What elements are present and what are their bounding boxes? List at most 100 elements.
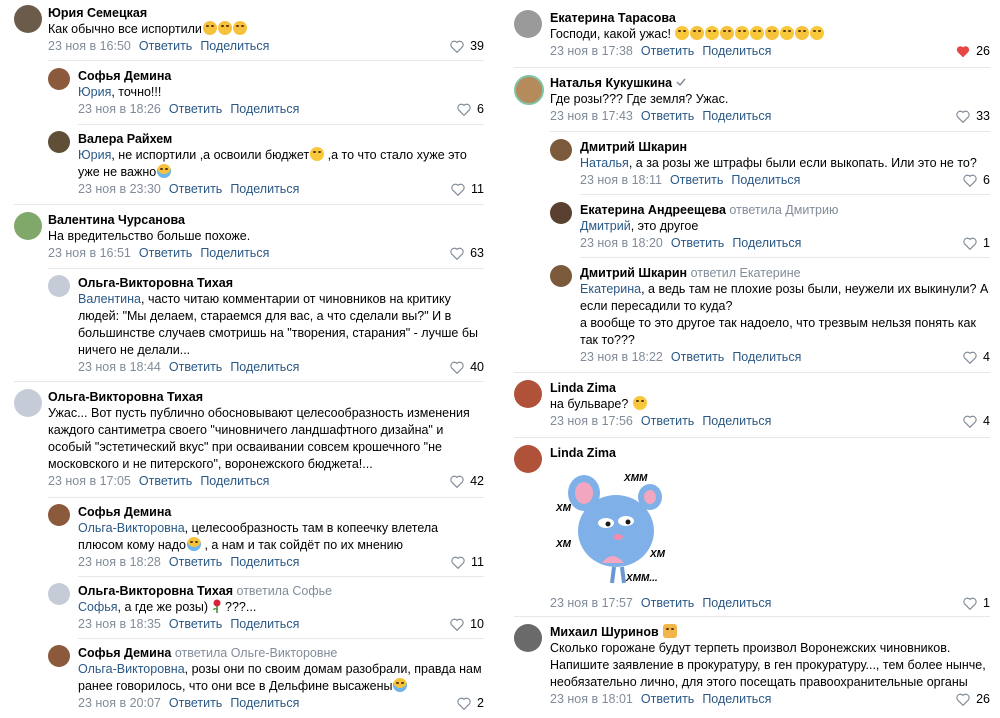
timestamp[interactable]: 23 ноя в 17:05 — [48, 474, 131, 488]
timestamp[interactable]: 23 ноя в 20:07 — [78, 696, 161, 710]
avatar[interactable] — [48, 275, 70, 297]
avatar[interactable] — [514, 10, 542, 38]
author-name[interactable]: Ольга-Викторовна Тихая — [78, 275, 484, 291]
author-name[interactable]: Софья Демина — [78, 68, 484, 84]
author-name[interactable]: Михаил Шуринов — [550, 624, 990, 640]
mention-link[interactable]: Юрия — [78, 85, 111, 99]
reply-link[interactable]: Ответить — [641, 44, 694, 58]
avatar[interactable] — [514, 445, 542, 473]
like-button[interactable]: 40 — [450, 359, 484, 375]
reply-link[interactable]: Ответить — [169, 617, 222, 631]
like-button[interactable]: 10 — [450, 616, 484, 632]
mention-link[interactable]: Ольга-Викторовна — [78, 521, 185, 535]
reply-link[interactable]: Ответить — [169, 360, 222, 374]
reply-link[interactable]: Ответить — [169, 555, 222, 569]
like-button[interactable]: 39 — [450, 38, 484, 54]
share-link[interactable]: Поделиться — [732, 236, 801, 250]
reply-link[interactable]: Ответить — [641, 692, 694, 706]
timestamp[interactable]: 23 ноя в 17:56 — [550, 414, 633, 428]
avatar[interactable] — [48, 583, 70, 605]
author-name[interactable]: Екатерина Андреещева ответила Дмитрию — [580, 202, 990, 218]
timestamp[interactable]: 23 ноя в 17:43 — [550, 109, 633, 123]
share-link[interactable]: Поделиться — [702, 414, 771, 428]
share-link[interactable]: Поделиться — [702, 692, 771, 706]
author-name[interactable]: Дмитрий Шкарин — [580, 139, 990, 155]
author-name[interactable]: Юрия Семецкая — [48, 5, 484, 21]
timestamp[interactable]: 23 ноя в 18:01 — [550, 692, 633, 706]
mention-link[interactable]: Юрия — [78, 148, 111, 162]
reply-note[interactable]: ответила Дмитрию — [729, 203, 838, 217]
like-button[interactable]: 33 — [956, 108, 990, 124]
avatar[interactable] — [14, 5, 42, 33]
avatar[interactable] — [550, 139, 572, 161]
mention-link[interactable]: Валентина — [78, 292, 141, 306]
like-button[interactable]: 4 — [963, 349, 990, 365]
author-name[interactable]: Валера Райхем — [78, 131, 484, 147]
author-name[interactable]: Ольга-Викторовна Тихая ответила Софье — [78, 583, 484, 599]
timestamp[interactable]: 23 ноя в 23:30 — [78, 182, 161, 196]
share-link[interactable]: Поделиться — [732, 350, 801, 364]
reply-link[interactable]: Ответить — [139, 246, 192, 260]
avatar[interactable] — [514, 380, 542, 408]
hmm-mouse-sticker[interactable]: ХМ ХММ ХМ ХМ ХММ... — [554, 467, 674, 585]
author-name[interactable]: Ольга-Викторовна Тихая — [48, 389, 484, 405]
reply-link[interactable]: Ответить — [169, 182, 222, 196]
like-button[interactable]: 6 — [457, 101, 484, 117]
timestamp[interactable]: 23 ноя в 18:20 — [580, 236, 663, 250]
like-button[interactable]: 11 — [451, 181, 484, 197]
share-link[interactable]: Поделиться — [702, 109, 771, 123]
author-name[interactable]: Софья Демина — [78, 504, 484, 520]
reply-link[interactable]: Ответить — [670, 173, 723, 187]
share-link[interactable]: Поделиться — [200, 474, 269, 488]
author-name[interactable]: Наталья Кукушкина — [550, 75, 990, 91]
timestamp[interactable]: 23 ноя в 18:11 — [580, 173, 662, 187]
share-link[interactable]: Поделиться — [230, 555, 299, 569]
timestamp[interactable]: 23 ноя в 18:26 — [78, 102, 161, 116]
author-name[interactable]: Дмитрий Шкарин ответил Екатерине — [580, 265, 990, 281]
avatar[interactable] — [14, 212, 42, 240]
like-button[interactable]: 26 — [956, 691, 990, 707]
mention-link[interactable]: Ольга-Викторовна — [78, 662, 185, 676]
mention-link[interactable]: Наталья — [580, 156, 629, 170]
author-name[interactable]: Валентина Чурсанова — [48, 212, 484, 228]
share-link[interactable]: Поделиться — [230, 617, 299, 631]
mention-link[interactable]: Софья — [78, 600, 118, 614]
avatar[interactable] — [14, 389, 42, 417]
timestamp[interactable]: 23 ноя в 18:28 — [78, 555, 161, 569]
like-button[interactable]: 1 — [963, 235, 990, 251]
reply-note[interactable]: ответила Ольге-Викторовне — [175, 646, 338, 660]
reply-link[interactable]: Ответить — [139, 39, 192, 53]
author-name[interactable]: Софья Демина ответила Ольге-Викторовне — [78, 645, 484, 661]
author-name[interactable]: Linda Zima — [550, 380, 990, 396]
reply-note[interactable]: ответила Софье — [237, 584, 333, 598]
reply-link[interactable]: Ответить — [169, 696, 222, 710]
timestamp[interactable]: 23 ноя в 18:22 — [580, 350, 663, 364]
like-button[interactable]: 1 — [963, 595, 990, 611]
like-button[interactable]: 63 — [450, 245, 484, 261]
avatar[interactable] — [48, 131, 70, 153]
reply-link[interactable]: Ответить — [641, 109, 694, 123]
author-name[interactable]: Екатерина Тарасова — [550, 10, 990, 26]
share-link[interactable]: Поделиться — [230, 696, 299, 710]
like-button[interactable]: 26 — [956, 43, 990, 59]
avatar[interactable] — [48, 504, 70, 526]
timestamp[interactable]: 23 ноя в 18:44 — [78, 360, 161, 374]
reply-link[interactable]: Ответить — [641, 596, 694, 610]
avatar[interactable] — [550, 265, 572, 287]
timestamp[interactable]: 23 ноя в 18:35 — [78, 617, 161, 631]
like-button[interactable]: 42 — [450, 473, 484, 489]
share-link[interactable]: Поделиться — [230, 182, 299, 196]
reply-link[interactable]: Ответить — [671, 350, 724, 364]
reply-note[interactable]: ответил Екатерине — [691, 266, 801, 280]
avatar[interactable] — [48, 68, 70, 90]
mention-link[interactable]: Екатерина — [580, 282, 641, 296]
share-link[interactable]: Поделиться — [200, 39, 269, 53]
reply-link[interactable]: Ответить — [169, 102, 222, 116]
avatar[interactable] — [514, 75, 544, 105]
avatar[interactable] — [514, 624, 542, 652]
share-link[interactable]: Поделиться — [702, 596, 771, 610]
avatar[interactable] — [48, 645, 70, 667]
share-link[interactable]: Поделиться — [702, 44, 771, 58]
reply-link[interactable]: Ответить — [641, 414, 694, 428]
reply-link[interactable]: Ответить — [671, 236, 724, 250]
